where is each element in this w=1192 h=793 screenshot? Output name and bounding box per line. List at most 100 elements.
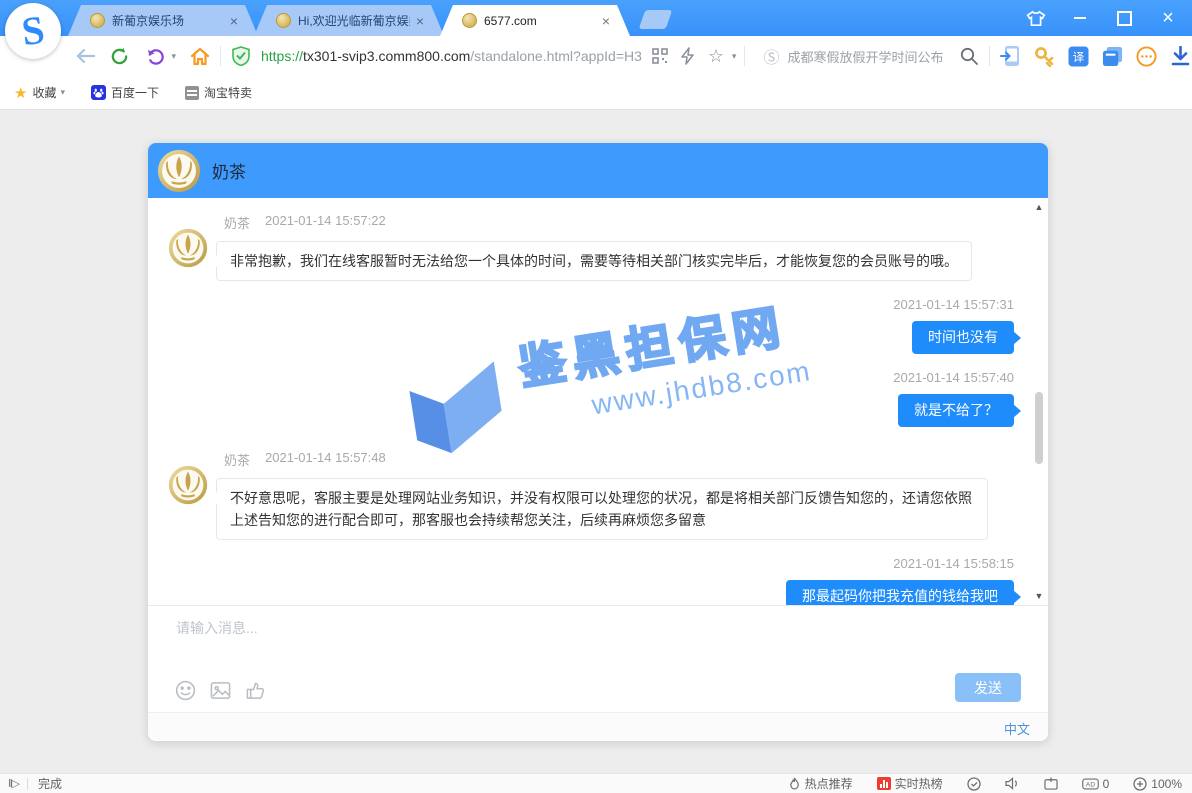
speaker-icon[interactable] [1005, 777, 1020, 790]
sogou-search-icon: Ⓢ [763, 44, 779, 68]
download-icon[interactable] [1168, 44, 1192, 68]
chat-header: 奶茶 [148, 143, 1048, 198]
agent-avatar [168, 465, 208, 505]
media-play-icon[interactable]: ‖▷ [8, 777, 19, 790]
scroll-up-icon[interactable]: ▲ [1033, 202, 1045, 212]
tab-title: Hi,欢迎光临新葡京娱樂 [298, 12, 410, 29]
image-upload-icon[interactable] [210, 680, 231, 701]
undo-icon[interactable] [144, 44, 168, 68]
agent-bubble: 非常抱歉，我们在线客服暂时无法给您一个具体的时间，需要等待相关部门核实完毕后，才… [216, 241, 972, 281]
ad-filter[interactable]: AD 0 [1082, 777, 1110, 791]
message-time: 2021-01-14 15:57:22 [265, 213, 386, 232]
theme-skin-icon[interactable] [1026, 8, 1046, 28]
qr-code-icon[interactable] [648, 44, 672, 68]
tab-close-icon[interactable]: × [230, 13, 238, 29]
lightning-icon[interactable] [676, 44, 700, 68]
message-input-area: 发送 [148, 605, 1048, 712]
scrollbar-thumb[interactable] [1035, 392, 1043, 464]
page-viewport: 奶茶 奶茶 2021-01-14 15:57:22 非常抱歉，我们在线客服暂时无… [0, 110, 1192, 773]
emoji-icon[interactable] [175, 680, 196, 701]
agent-name: 奶茶 [212, 158, 246, 183]
user-bubble: 就是不给了？ [898, 394, 1014, 427]
tab-strip: 新葡京娱乐场 × Hi,欢迎光临新葡京娱樂 × 6577.com × [68, 0, 669, 36]
zoom-control[interactable]: 100% [1133, 777, 1182, 791]
favorite-star-icon[interactable]: ☆ [704, 44, 728, 68]
maximize-button[interactable] [1114, 8, 1134, 28]
new-tab-button[interactable] [639, 10, 673, 29]
favorites-dropdown-icon: ▾ [60, 87, 65, 98]
refresh-icon[interactable] [108, 44, 132, 68]
agent-message: 奶茶 2021-01-14 15:57:48 不好意思呢，客服主要是处理网站业务… [168, 443, 1014, 540]
search-box[interactable]: Ⓢ 成都寒假放假开学时间公布 [763, 44, 981, 68]
send-button[interactable]: 发送 [955, 673, 1021, 702]
close-window-button[interactable]: × [1158, 8, 1178, 28]
hot-recommend[interactable]: 热点推荐 [788, 775, 853, 792]
chat-widget: 奶茶 奶茶 2021-01-14 15:57:22 非常抱歉，我们在线客服暂时无… [148, 143, 1048, 741]
language-switch[interactable]: 中文 [1004, 719, 1030, 738]
agent-bubble: 不好意思呢，客服主要是处理网站业务知识，并没有权限可以处理您的状况，都是将相关部… [216, 478, 988, 540]
bookmark-baidu[interactable]: 百度一下 [91, 84, 159, 101]
titlebar: 新葡京娱乐场 × Hi,欢迎光临新葡京娱樂 × 6577.com × × [0, 0, 1192, 36]
chat-footer: 中文 [148, 712, 1048, 740]
list-icon [185, 86, 199, 100]
site-favicon [90, 13, 105, 28]
agent-avatar [168, 228, 208, 268]
check-circle-icon[interactable] [967, 777, 981, 791]
message-sender: 奶茶 [224, 450, 250, 469]
agent-avatar-large [157, 149, 201, 193]
navigation-toolbar: ▾ https://tx301-svip3.comm800.com/standa… [0, 36, 1192, 76]
address-bar[interactable]: https://tx301-svip3.comm800.com/standalo… [229, 44, 736, 68]
site-favicon [462, 13, 477, 28]
home-icon[interactable] [188, 44, 212, 68]
favorites-star-icon[interactable]: ★ [14, 84, 27, 102]
more-menu-icon[interactable] [1134, 44, 1158, 68]
scroll-down-icon[interactable]: ▼ [1033, 591, 1045, 601]
tab-close-icon[interactable]: × [602, 13, 610, 29]
status-bar: ‖▷ 完成 热点推荐 实时热榜 [0, 773, 1192, 793]
chart-icon [877, 777, 891, 790]
user-bubble: 那最起码你把我充值的钱给我吧 [786, 580, 1014, 605]
tab-title: 新葡京娱乐场 [112, 12, 224, 29]
agent-message: 奶茶 2021-01-14 15:57:22 非常抱歉，我们在线客服暂时无法给您… [168, 206, 1014, 281]
favorites-label: 收藏 [32, 84, 56, 101]
favorites-menu[interactable]: 收藏 ▾ [32, 84, 65, 101]
tab-xinpujing[interactable]: 新葡京娱乐场 × [68, 5, 258, 36]
svg-text:译: 译 [1073, 50, 1085, 63]
address-dropdown-icon[interactable]: ▾ [732, 51, 737, 62]
multi-window-icon[interactable] [1100, 44, 1124, 68]
baidu-paw-icon [91, 85, 106, 100]
sogou-browser-logo[interactable]: S [5, 3, 61, 59]
bookmarks-bar: ★ 收藏 ▾ 百度一下 淘宝特卖 [0, 76, 1192, 110]
back-icon[interactable] [74, 44, 98, 68]
bookmark-taobao[interactable]: 淘宝特卖 [185, 84, 252, 101]
screenshot-icon[interactable] [1044, 777, 1058, 790]
minimize-button[interactable] [1070, 8, 1090, 28]
site-favicon [276, 13, 291, 28]
message-time: 2021-01-14 15:57:40 [168, 370, 1014, 385]
tab-6577-active[interactable]: 6577.com × [440, 5, 630, 36]
undo-dropdown-icon[interactable]: ▾ [172, 51, 177, 62]
security-shield-icon[interactable] [229, 44, 253, 68]
password-key-icon[interactable] [1032, 44, 1056, 68]
translate-icon[interactable]: 译 [1066, 44, 1090, 68]
user-bubble: 时间也没有 [912, 321, 1014, 354]
thumbs-up-icon[interactable] [245, 680, 266, 701]
tab-close-icon[interactable]: × [416, 13, 424, 29]
svg-text:AD: AD [1086, 781, 1095, 788]
message-input[interactable] [176, 618, 876, 662]
message-list[interactable]: 奶茶 2021-01-14 15:57:22 非常抱歉，我们在线客服暂时无法给您… [148, 198, 1048, 605]
hot-rank[interactable]: 实时热榜 [877, 775, 943, 792]
page-url[interactable]: https://tx301-svip3.comm800.com/standalo… [261, 48, 642, 64]
search-magnifier-icon[interactable] [957, 44, 981, 68]
flame-icon [788, 777, 801, 790]
message-sender: 奶茶 [224, 213, 250, 232]
window-controls: × [1026, 0, 1178, 36]
tab-welcome[interactable]: Hi,欢迎光临新葡京娱樂 × [254, 5, 444, 36]
browser-window: 新葡京娱乐场 × Hi,欢迎光临新葡京娱樂 × 6577.com × × [0, 0, 1192, 793]
send-to-phone-icon[interactable] [998, 44, 1022, 68]
search-suggestion[interactable]: 成都寒假放假开学时间公布 [787, 47, 943, 66]
chat-scrollbar[interactable]: ▲ ▼ [1033, 200, 1045, 603]
bookmark-label: 百度一下 [111, 84, 159, 101]
user-message: 2021-01-14 15:58:15 那最起码你把我充值的钱给我吧 [168, 556, 1014, 605]
bookmark-label: 淘宝特卖 [204, 84, 252, 101]
